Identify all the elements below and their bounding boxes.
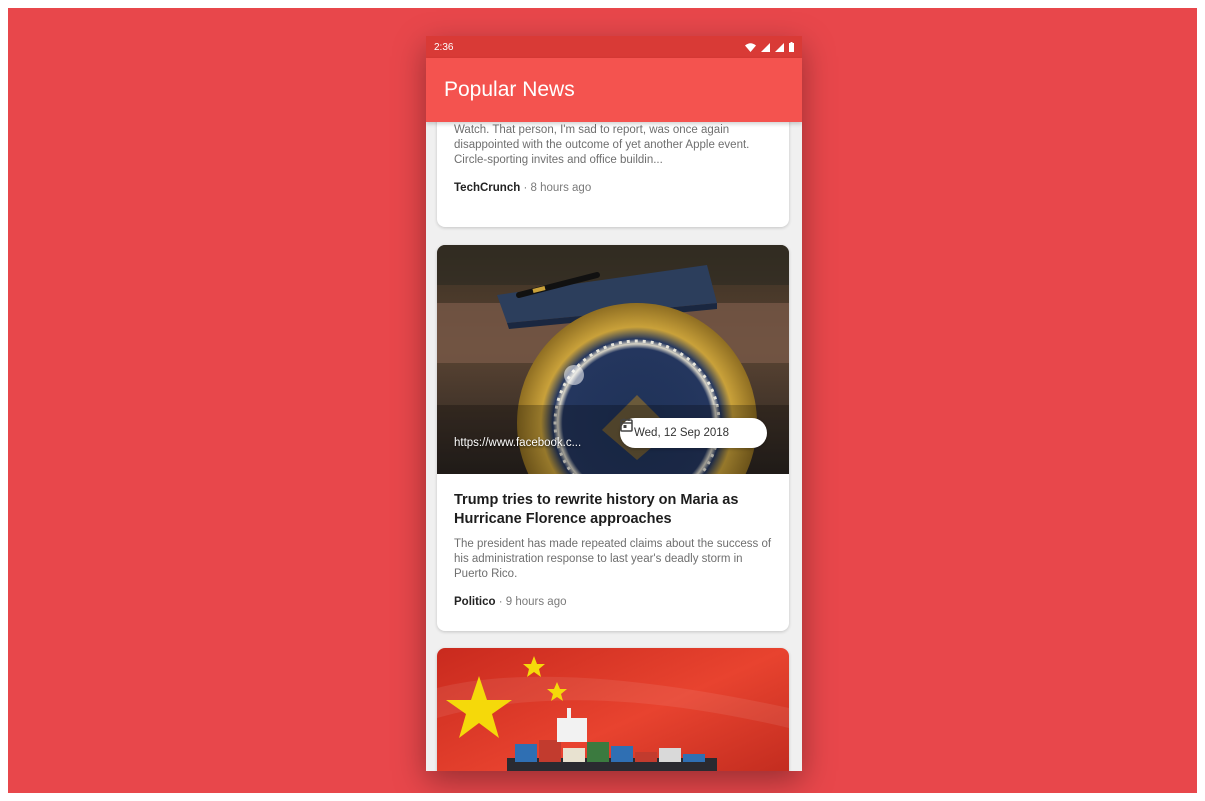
- article-meta: Politico · 9 hours ago: [454, 596, 772, 608]
- signal-icon: [775, 42, 784, 52]
- phone-frame: 2:36 Popular News Watch. That person, I'…: [426, 36, 802, 771]
- article-title[interactable]: Trump tries to rewrite history on Maria …: [454, 491, 772, 529]
- article-time: · 8 hours ago: [523, 182, 592, 194]
- news-feed[interactable]: Watch. That person, I'm sad to report, w…: [426, 122, 802, 771]
- calendar-icon: [620, 418, 633, 432]
- page-title: Popular News: [444, 78, 575, 101]
- article-image[interactable]: [437, 648, 789, 771]
- article-date-chip: Wed, 12 Sep 2018: [620, 418, 767, 448]
- article-description: The president has made repeated claims a…: [454, 538, 772, 580]
- battery-icon: [789, 42, 794, 52]
- article-time: · 9 hours ago: [498, 596, 567, 608]
- article-date: Wed, 12 Sep 2018: [634, 427, 730, 439]
- background-stage: 2:36 Popular News Watch. That person, I'…: [8, 8, 1197, 793]
- article-source: TechCrunch: [454, 182, 521, 194]
- article-description: Watch. That person, I'm sad to report, w…: [454, 124, 750, 166]
- article-image-caption: https://www.facebook.c...: [454, 437, 582, 449]
- signal-icon: [761, 42, 770, 52]
- article-source: Politico: [454, 596, 496, 608]
- article-meta: TechCrunch · 8 hours ago: [454, 182, 772, 194]
- article-image[interactable]: https://www.facebook.c... Wed, 12 Sep 20…: [437, 245, 789, 474]
- status-bar: 2:36: [426, 36, 802, 58]
- wifi-icon: [745, 42, 756, 52]
- news-card[interactable]: [437, 648, 789, 771]
- china-flag-cargo-photo: [437, 648, 789, 771]
- status-time: 2:36: [434, 41, 454, 53]
- news-card[interactable]: https://www.facebook.c... Wed, 12 Sep 20…: [437, 245, 789, 631]
- app-bar: Popular News: [426, 58, 802, 122]
- news-card[interactable]: Watch. That person, I'm sad to report, w…: [437, 122, 789, 227]
